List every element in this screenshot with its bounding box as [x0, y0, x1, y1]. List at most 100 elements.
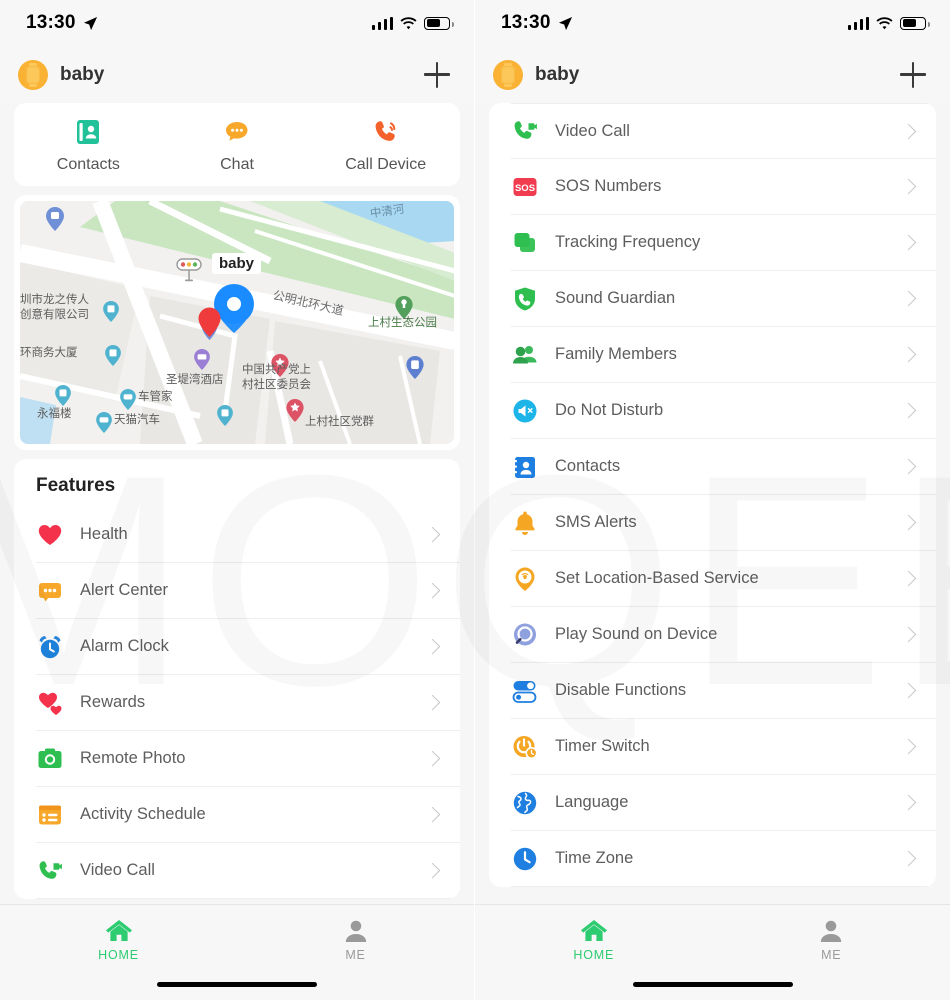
tab-bar-right: HOME ME [475, 904, 950, 1000]
wifi-icon [876, 16, 893, 29]
setting-row-play-sound-on-device[interactable]: Play Sound on Device [511, 607, 936, 663]
status-time: 13:30 [501, 12, 551, 33]
plus-icon[interactable] [898, 60, 928, 90]
setting-row-timer-switch[interactable]: Timer Switch [511, 719, 936, 775]
location-arrow-icon [83, 16, 97, 30]
setting-row-tracking-frequency[interactable]: Tracking Frequency [511, 215, 936, 271]
setting-row-contacts[interactable]: Contacts [511, 439, 936, 495]
map-label: 圣堤湾酒店 [166, 372, 224, 386]
feature-row-activity-schedule[interactable]: Activity Schedule [36, 787, 460, 843]
feature-row-video-call[interactable]: Video Call [36, 843, 460, 899]
screens-container: 13:30 baby Contacts Chat Call Device bab… [0, 0, 950, 1000]
map-label: 中国共产党上 [242, 362, 311, 376]
chevron-right-icon [424, 582, 441, 599]
setting-label: Sound Guardian [555, 289, 676, 307]
map-card[interactable]: baby 圳市龙之传人 创意有限公司 环商务大厦 永福楼 车管家 天猫汽车 圣堤… [14, 195, 460, 450]
traffic-signal-icon [176, 258, 202, 282]
setting-row-time-zone[interactable]: Time Zone [511, 831, 936, 887]
tab-me[interactable]: ME [237, 919, 474, 1000]
chevron-right-icon [424, 862, 441, 879]
tab-home[interactable]: HOME [475, 919, 713, 1000]
poi-marker [105, 345, 121, 366]
person-icon [821, 920, 842, 942]
setting-label: Family Members [555, 345, 677, 363]
setting-row-sos-numbers[interactable]: SOS SOS Numbers [511, 159, 936, 215]
setting-row-sound-guardian[interactable]: Sound Guardian [511, 271, 936, 327]
device-selector[interactable]: baby [18, 59, 104, 90]
feature-row-alarm-clock[interactable]: Alarm Clock [36, 619, 460, 675]
plus-icon[interactable] [422, 60, 452, 90]
map-device-label: baby [212, 253, 262, 274]
chevron-right-icon [424, 750, 441, 767]
setting-row-family-members[interactable]: Family Members [511, 327, 936, 383]
setting-label: Language [555, 793, 629, 811]
chevron-right-icon [900, 290, 917, 307]
tab-me[interactable]: ME [713, 919, 950, 1000]
cellular-bars-icon [371, 16, 393, 30]
poi-marker-star [286, 399, 304, 422]
contacts-book-icon [77, 120, 100, 144]
map-label: 上村社区党群 [305, 414, 374, 428]
feature-label: Rewards [80, 693, 146, 711]
setting-label: Do Not Disturb [555, 401, 664, 419]
device-name: baby [535, 63, 580, 85]
device-selector[interactable]: baby [493, 59, 580, 90]
setting-row-do-not-disturb[interactable]: Do Not Disturb [511, 383, 936, 439]
status-bar-right-group [847, 16, 930, 30]
feature-row-remote-photo[interactable]: Remote Photo [36, 731, 460, 787]
feature-label: Video Call [80, 861, 155, 879]
status-time: 13:30 [26, 12, 76, 33]
battery-icon [900, 16, 930, 30]
bell-icon [511, 509, 539, 537]
setting-row-language[interactable]: Language [511, 775, 936, 831]
chevron-right-icon [900, 514, 917, 531]
setting-label: Disable Functions [555, 681, 687, 699]
do-not-disturb-icon [511, 397, 539, 425]
quick-action-label: Chat [220, 156, 254, 173]
svg-text:SOS: SOS [515, 183, 535, 194]
setting-label: Time Zone [555, 849, 634, 867]
feature-row-alert-center[interactable]: Alert Center [36, 563, 460, 619]
chat-bubble-icon [226, 122, 248, 141]
setting-row-disable-functions[interactable]: Disable Functions [511, 663, 936, 719]
toggle-switches-icon [511, 677, 539, 705]
home-icon [580, 920, 607, 941]
home-indicator [157, 982, 317, 987]
home-icon [105, 920, 132, 941]
setting-label: Contacts [555, 457, 621, 475]
setting-row-video-call[interactable]: Video Call [511, 103, 936, 159]
setting-row-location-based-service[interactable]: Set Location-Based Service [511, 551, 936, 607]
chevron-right-icon [424, 526, 441, 543]
alarm-clock-icon [36, 633, 64, 661]
heart-icon [36, 521, 64, 549]
map-view[interactable]: baby 圳市龙之传人 创意有限公司 环商务大厦 永福楼 车管家 天猫汽车 圣堤… [20, 201, 454, 444]
quick-action-call-device[interactable]: Call Device [311, 117, 460, 174]
setting-label: SOS Numbers [555, 177, 662, 195]
tab-home[interactable]: HOME [0, 919, 237, 1000]
chevron-right-icon [900, 346, 917, 363]
settings-card: Video Call SOS SOS Numbers Tracking Freq… [489, 103, 936, 887]
chevron-right-icon [900, 794, 917, 811]
contacts-book-icon [511, 453, 539, 481]
sound-guardian-shield-icon [511, 285, 539, 313]
quick-action-contacts[interactable]: Contacts [14, 117, 163, 174]
quick-action-chat[interactable]: Chat [163, 117, 312, 174]
globe-icon [511, 789, 539, 817]
feature-row-health[interactable]: Health [36, 507, 460, 563]
cellular-bars-icon [847, 16, 869, 30]
map-label: 圳市龙之传人 [20, 292, 89, 306]
tracking-frequency-icon [511, 229, 539, 257]
map-label: 村社区委员会 [242, 377, 311, 391]
location-arrow-icon [558, 16, 572, 30]
video-call-icon [511, 117, 539, 145]
setting-row-sms-alerts[interactable]: SMS Alerts [511, 495, 936, 551]
status-bar-right: 13:30 [475, 0, 950, 46]
home-indicator [632, 982, 793, 987]
video-call-icon [36, 857, 64, 885]
feature-row-rewards[interactable]: Rewards [36, 675, 460, 731]
status-bar-right-group [371, 16, 454, 30]
tab-bar-left: HOME ME [0, 904, 474, 1000]
chevron-right-icon [900, 738, 917, 755]
tab-label: HOME [98, 948, 139, 962]
poi-marker [96, 412, 112, 433]
